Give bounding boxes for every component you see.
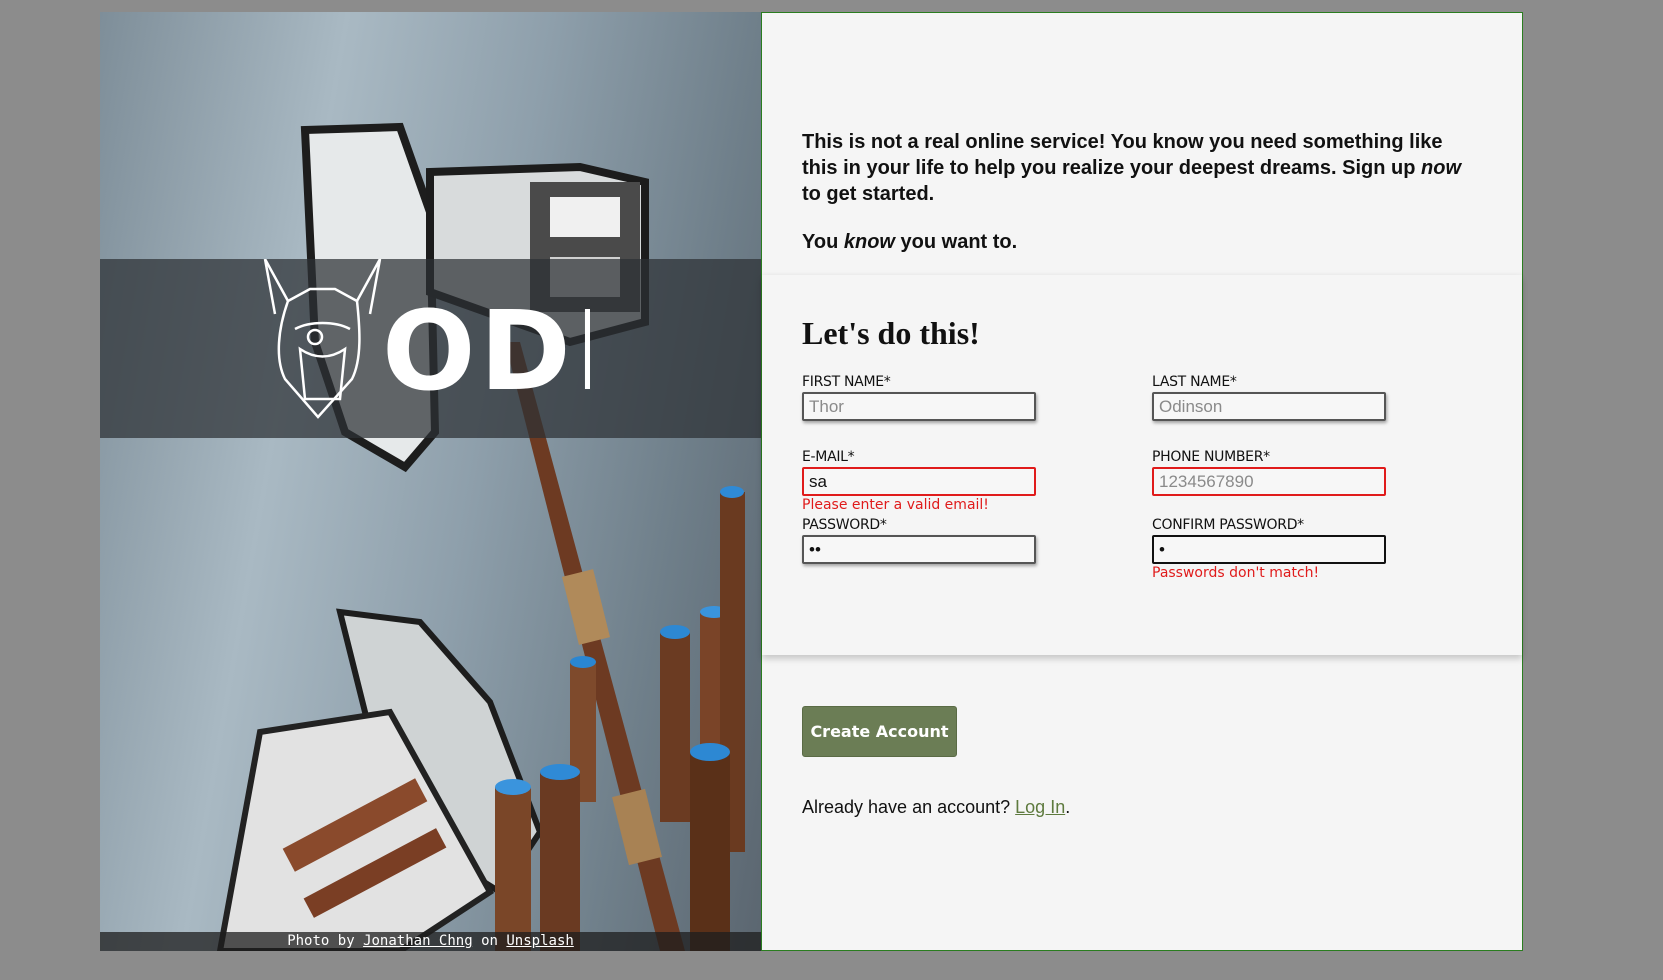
first-name-label: FIRST NAME* bbox=[802, 374, 891, 390]
credit-site-link[interactable]: Unsplash bbox=[506, 933, 573, 949]
phone-label: PHONE NUMBER* bbox=[1152, 449, 1270, 465]
login-link[interactable]: Log In bbox=[1015, 797, 1065, 817]
email-error: Please enter a valid email! bbox=[802, 497, 989, 513]
confirm-password-input[interactable] bbox=[1152, 535, 1386, 564]
axes-photo bbox=[216, 122, 745, 951]
last-name-group: LAST NAME* bbox=[1152, 374, 1392, 421]
email-label: E-MAIL* bbox=[802, 449, 855, 465]
confirm-password-label: CONFIRM PASSWORD* bbox=[1152, 517, 1304, 533]
confirm-password-error: Passwords don't match! bbox=[1152, 565, 1320, 581]
password-input[interactable] bbox=[802, 535, 1036, 564]
password-label: PASSWORD* bbox=[802, 517, 887, 533]
password-group: PASSWORD* bbox=[802, 517, 1042, 564]
create-account-button[interactable]: Create Account bbox=[802, 706, 957, 757]
viking-helmet-icon bbox=[263, 259, 382, 419]
signup-form: Let's do this! FIRST NAME* LAST NAME* E-… bbox=[762, 275, 1522, 655]
credit-author-link[interactable]: Jonathan Chng bbox=[363, 933, 473, 949]
credit-prefix: Photo by bbox=[287, 933, 355, 949]
first-name-group: FIRST NAME* bbox=[802, 374, 1042, 421]
login-prompt: Already have an account? Log In. bbox=[802, 797, 1071, 817]
last-name-label: LAST NAME* bbox=[1152, 374, 1237, 390]
last-name-input[interactable] bbox=[1152, 392, 1386, 421]
logo-band: ODIN bbox=[100, 259, 761, 438]
signup-panel: This is not a real online service! You k… bbox=[761, 12, 1523, 951]
hero-image-panel: ODIN Photo by Jonathan Chng on Unsplash bbox=[100, 12, 761, 951]
phone-group: PHONE NUMBER* bbox=[1152, 449, 1392, 496]
form-title: Let's do this! bbox=[802, 315, 980, 351]
photo-credit: Photo by Jonathan Chng on Unsplash bbox=[100, 932, 761, 951]
email-group: E-MAIL* Please enter a valid email! bbox=[802, 449, 1042, 514]
odin-logo: ODIN bbox=[263, 259, 590, 419]
phone-input[interactable] bbox=[1152, 467, 1386, 496]
intro-text: This is not a real online service! You k… bbox=[802, 129, 1472, 255]
confirm-password-group: CONFIRM PASSWORD* Passwords don't match! bbox=[1152, 517, 1392, 582]
first-name-input[interactable] bbox=[802, 392, 1036, 421]
logo-text: ODIN bbox=[382, 287, 590, 415]
signup-page: ODIN Photo by Jonathan Chng on Unsplash … bbox=[100, 12, 1523, 951]
intro-paragraph-2: You know you want to. bbox=[802, 231, 1018, 253]
intro-paragraph-1: This is not a real online service! You k… bbox=[802, 131, 1462, 205]
credit-middle: on bbox=[481, 933, 498, 949]
email-input[interactable] bbox=[802, 467, 1036, 496]
